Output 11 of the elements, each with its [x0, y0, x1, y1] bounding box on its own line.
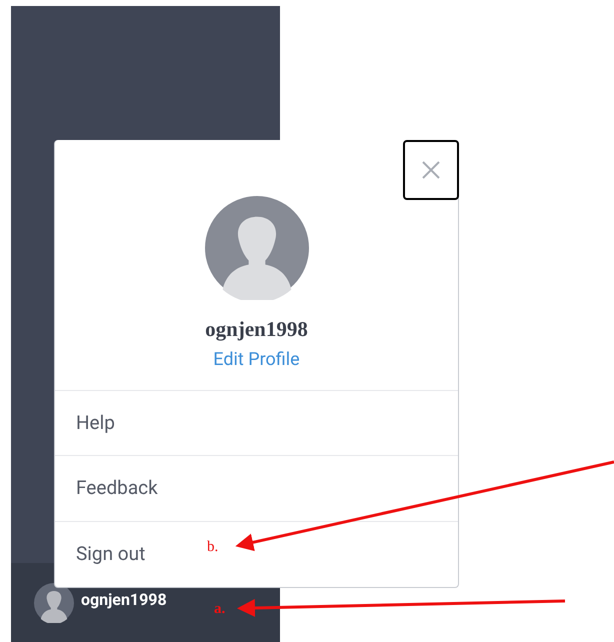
profile-avatar-icon — [204, 196, 308, 300]
menu-item[interactable]: Help — [55, 390, 458, 456]
close-icon — [421, 160, 441, 180]
user-avatar-icon — [34, 582, 74, 622]
annotation-label: b. — [207, 538, 218, 557]
edit-profile-link[interactable]: Edit Profile — [213, 346, 300, 374]
sidebar-username[interactable]: ognjen1998 — [81, 588, 167, 612]
menu-item[interactable]: Feedback — [55, 455, 458, 522]
annotation-label: a. — [214, 600, 226, 619]
profile-username: ognjen1998 — [205, 316, 308, 342]
close-button[interactable] — [403, 140, 459, 200]
